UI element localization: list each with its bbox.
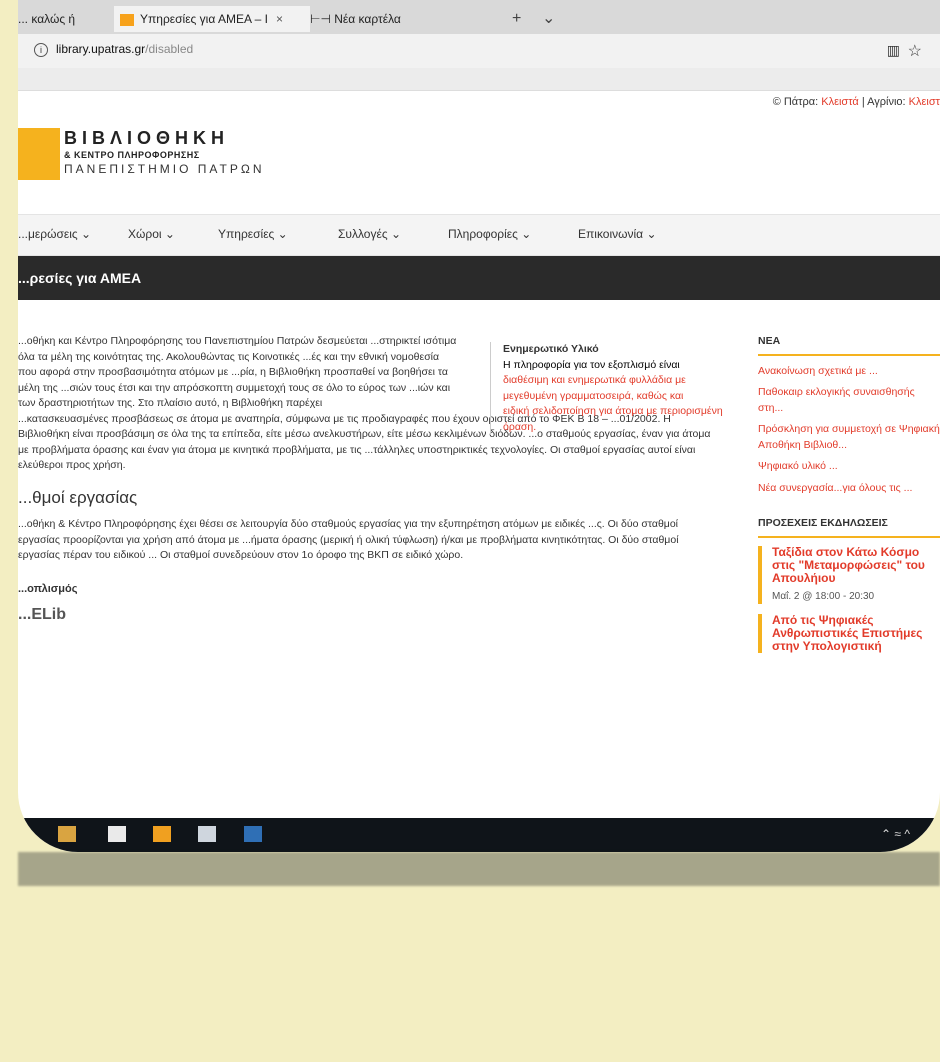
right-sidebar: ΝΕΑ Ανακοίνωση σχετικά με ... Παθοκαιρ ε… xyxy=(758,334,940,663)
workstations-paragraph: ...οθήκη & Κέντρο Πληροφόρησης έχει θέσε… xyxy=(18,518,679,561)
new-tab-page-icon: ⊢⊣ xyxy=(310,12,335,26)
mail-icon[interactable] xyxy=(198,826,216,842)
opening-hours: © Πάτρα: Κλειστά | Αγρίνιο: Κλειστ xyxy=(772,96,940,108)
nav-item-news[interactable]: ...μερώσεις ⌄ xyxy=(18,227,91,241)
nav-item-info[interactable]: Πληροφορίες ⌄ xyxy=(448,227,531,241)
logo-mark-icon xyxy=(18,128,60,180)
page-title: ...ρεσίες για ΑΜΕΑ xyxy=(18,270,142,286)
elib-heading: ...ELib xyxy=(18,606,66,623)
tab-new[interactable]: ⊢⊣ Νέα καρτέλα xyxy=(310,6,500,32)
news-heading: ΝΕΑ xyxy=(758,334,940,356)
favorites-bar xyxy=(18,68,940,91)
equipment-heading: ...οπλισμός xyxy=(18,582,78,595)
info-material-box: Ενημερωτικό Υλικό Η πληροφορία για τον ε… xyxy=(490,342,733,435)
workstations-heading: ...θμοί εργασίας xyxy=(18,487,138,507)
news-item[interactable]: Ψηφιακό υλικό ... xyxy=(758,459,940,475)
tab-previous[interactable]: ... καλώς ή xyxy=(18,6,110,32)
news-item[interactable]: Πρόσκληση για συμμετοχή σε Ψηφιακή Αποθή… xyxy=(758,422,940,453)
browser-window: ... καλώς ή Υπηρεσίες για ΑΜΕΑ – Ι × ⊢⊣ Ν… xyxy=(18,0,940,852)
site-info-icon[interactable]: i xyxy=(34,43,48,57)
screen-reflection xyxy=(18,852,940,1062)
file-explorer-icon[interactable] xyxy=(58,826,76,842)
tab-bar: ... καλώς ή Υπηρεσίες για ΑΜΕΑ – Ι × ⊢⊣ Ν… xyxy=(18,0,940,34)
new-tab-button[interactable]: + xyxy=(512,6,521,32)
tab-current-label: Υπηρεσίες για ΑΜΕΑ – Ι xyxy=(140,12,268,26)
photos-icon[interactable] xyxy=(153,826,171,842)
nav-item-spaces[interactable]: Χώροι ⌄ xyxy=(128,227,175,241)
event-item[interactable]: Από τις Ψηφιακές Ανθρωπιστικές Επιστήμες… xyxy=(758,614,940,653)
address-bar[interactable]: i library.upatras.gr/disabled ▥ ☆ xyxy=(18,34,940,69)
reflected-taskbar xyxy=(18,852,940,886)
nav-item-contact[interactable]: Επικοινωνία ⌄ xyxy=(578,227,657,241)
news-item[interactable]: Νέα συνεργασία...για όλους τις ... xyxy=(758,481,940,497)
close-tab-icon[interactable]: × xyxy=(276,12,283,26)
tab-list-dropdown-icon[interactable]: ⌄ xyxy=(542,6,555,32)
nav-item-collections[interactable]: Συλλογές ⌄ xyxy=(338,227,401,241)
system-tray[interactable]: ⌃ ≈ ^ xyxy=(881,827,910,841)
store-icon[interactable] xyxy=(108,826,126,842)
reading-view-icon[interactable]: ▥ xyxy=(887,42,900,59)
favorite-star-icon[interactable]: ☆ xyxy=(908,41,922,61)
page-title-bar: ...ρεσίες για ΑΜΕΑ xyxy=(18,256,940,300)
library-logo[interactable]: ΒΙΒΛΙΟΘΗΚΗ & ΚΕΝΤΡΟ ΠΛΗΡΟΦΟΡΗΣΗΣ ΠΑΝΕΠΙΣ… xyxy=(18,128,298,184)
site-favicon-icon xyxy=(120,13,134,26)
intro-paragraph: ...οθήκη και Κέντρο Πληροφόρησης του Παν… xyxy=(18,335,457,409)
news-item[interactable]: Ανακοίνωση σχετικά με ... xyxy=(758,364,940,380)
nav-item-services[interactable]: Υπηρεσίες ⌄ xyxy=(218,227,288,241)
tab-current[interactable]: Υπηρεσίες για ΑΜΕΑ – Ι × xyxy=(114,6,310,32)
event-item[interactable]: Ταξίδια στον Κάτω Κόσμο στις "Μεταμορφώσ… xyxy=(758,545,940,604)
word-icon[interactable] xyxy=(244,826,262,842)
windows-taskbar: ⌃ ≈ ^ xyxy=(18,818,940,852)
url-field[interactable]: i library.upatras.gr/disabled xyxy=(34,42,193,57)
news-item[interactable]: Παθοκαιρ εκλογικής συναισθησής στη... xyxy=(758,385,940,416)
main-nav: ...μερώσεις ⌄ Χώροι ⌄ Υπηρεσίες ⌄ Συλλογ… xyxy=(18,214,940,256)
events-heading: ΠΡΟΣΕΧΕΙΣ ΕΚΔΗΛΩΣΕΙΣ xyxy=(758,516,940,538)
